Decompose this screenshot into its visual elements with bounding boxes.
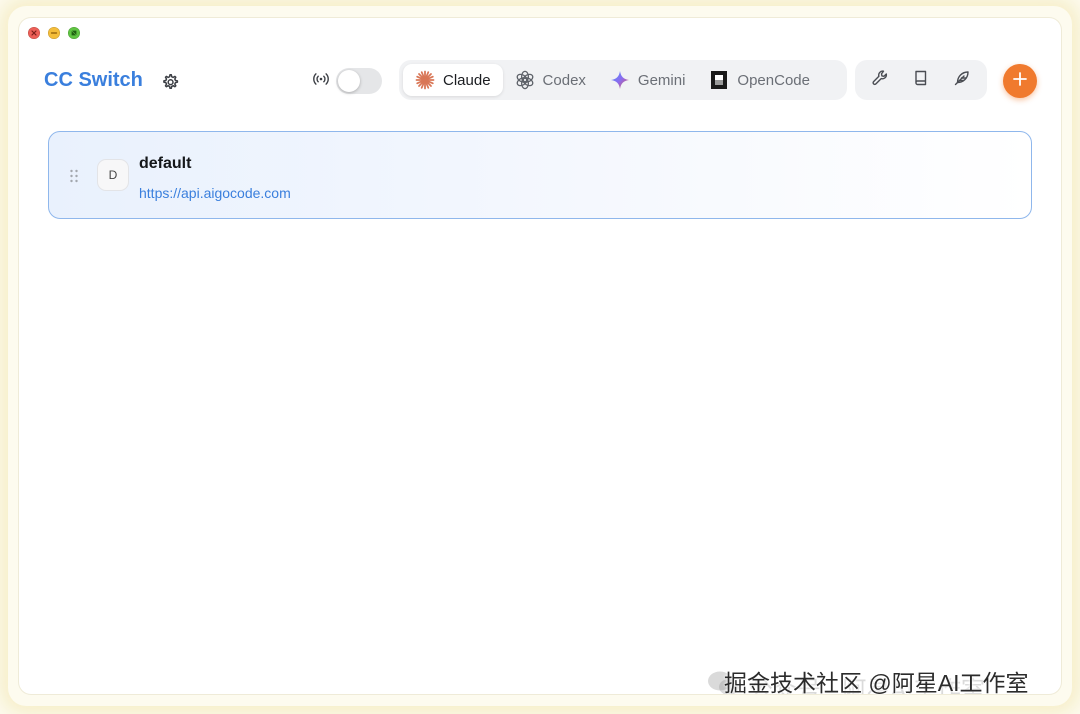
drag-handle-icon[interactable] bbox=[69, 169, 79, 183]
claude-starburst-icon bbox=[415, 70, 435, 90]
plus-icon bbox=[1012, 71, 1028, 92]
add-provider-button[interactable] bbox=[1003, 64, 1037, 98]
provider-name: default bbox=[139, 155, 192, 172]
minimize-icon[interactable] bbox=[48, 27, 60, 39]
broadcast-icon bbox=[312, 70, 330, 93]
book-icon bbox=[912, 69, 930, 92]
opencode-square-icon bbox=[709, 70, 729, 90]
provider-avatar: D bbox=[97, 159, 129, 191]
tab-opencode[interactable]: OpenCode bbox=[697, 64, 822, 96]
gemini-sparkle-icon bbox=[610, 70, 630, 90]
feather-button[interactable] bbox=[945, 64, 979, 96]
app-window: CC Switch Claude Codex Gemini OpenCode D… bbox=[19, 18, 1061, 694]
window-controls bbox=[28, 27, 80, 39]
gear-icon[interactable] bbox=[160, 72, 180, 92]
tab-claude[interactable]: Claude bbox=[403, 64, 503, 96]
tab-label: Codex bbox=[542, 71, 586, 89]
wrench-icon bbox=[871, 69, 889, 92]
proxy-toggle[interactable] bbox=[336, 68, 382, 94]
close-icon[interactable] bbox=[28, 27, 40, 39]
feather-icon bbox=[953, 69, 971, 92]
tab-gemini[interactable]: Gemini bbox=[598, 64, 698, 96]
watermark-front-text: 掘金技术社区 @阿星AI工作室 bbox=[724, 670, 1029, 696]
provider-card[interactable]: D default https://api.aigocode.com bbox=[48, 131, 1032, 219]
tab-label: Gemini bbox=[637, 71, 686, 89]
openai-knot-icon bbox=[515, 70, 535, 90]
tab-codex[interactable]: Codex bbox=[503, 64, 598, 96]
toggle-knob bbox=[338, 70, 360, 92]
tab-label: Claude bbox=[443, 71, 491, 89]
tool-group bbox=[855, 60, 987, 100]
maximize-icon[interactable] bbox=[68, 27, 80, 39]
app-title: CC Switch bbox=[44, 69, 143, 91]
provider-url-link[interactable]: https://api.aigocode.com bbox=[139, 185, 291, 201]
wrench-button[interactable] bbox=[863, 64, 897, 96]
app-tabs: Claude Codex Gemini OpenCode bbox=[399, 60, 847, 100]
tab-label: OpenCode bbox=[737, 71, 810, 89]
book-button[interactable] bbox=[904, 64, 938, 96]
proxy-control bbox=[312, 68, 382, 94]
